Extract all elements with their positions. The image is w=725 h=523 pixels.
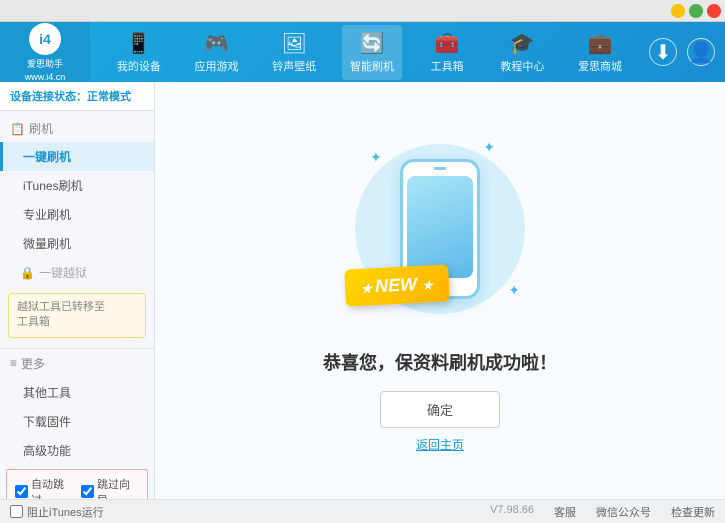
nav-smart-flash-label: 智能刷机 <box>350 58 394 74</box>
flash-section-title: 📋 刷机 <box>0 115 154 142</box>
star-icon-2: ✦ <box>483 139 495 156</box>
more-section-title: ≡ 更多 <box>0 348 154 378</box>
phone-camera <box>434 167 446 170</box>
sidebar-item-advanced[interactable]: 高级功能 <box>0 436 154 465</box>
footer: 阻止iTunes运行 V7.98.66 客服 微信公众号 检查更新 <box>0 499 725 523</box>
star-icon-1: ✦ <box>370 149 382 166</box>
wechat-link[interactable]: 微信公众号 <box>596 504 651 520</box>
checkbox-row: 自动跳过 跳过向导 <box>6 469 148 499</box>
nav-toolbox-label: 工具箱 <box>431 58 464 74</box>
service-link[interactable]: 客服 <box>554 504 576 520</box>
logo-icon: i4 <box>29 23 61 55</box>
smart-flash-icon: 🔄 <box>360 31 385 56</box>
flash-section-icon: 📋 <box>10 122 25 136</box>
apps-icon: 🎮 <box>204 31 229 56</box>
nav-toolbox[interactable]: 🧰 工具箱 <box>420 25 475 80</box>
user-button[interactable]: 👤 <box>687 38 715 66</box>
download-button[interactable]: ⬇ <box>649 38 677 66</box>
flash-section: 📋 刷机 一键刷机 iTunes刷机 专业刷机 微量刷机 <box>0 115 154 258</box>
main-container: 设备连接状态：正常模式 📋 刷机 一键刷机 iTunes刷机 专业刷机 微量刷机… <box>0 82 725 499</box>
status-value: 正常模式 <box>87 91 131 103</box>
nav-smart-flash[interactable]: 🔄 智能刷机 <box>342 25 402 80</box>
tutorials-icon: 🎓 <box>510 31 535 56</box>
status-label: 设备连接状态： <box>10 91 87 103</box>
version-text: V7.98.66 <box>490 504 534 520</box>
lock-icon: 🔒 <box>20 266 35 280</box>
home-link[interactable]: 返回主页 <box>416 436 464 453</box>
logo-area: i4 爱思助手 www.i4.cn <box>0 22 90 82</box>
sidebar-item-downgrade-flash[interactable]: 微量刷机 <box>0 229 154 258</box>
skip-guide-label[interactable]: 跳过向导 <box>81 476 139 499</box>
sidebar-notice: 越狱工具已转移至工具箱 <box>8 293 146 338</box>
new-badge: NEW <box>344 264 450 306</box>
nav-my-device[interactable]: 📱 我的设备 <box>109 25 169 80</box>
close-button[interactable] <box>707 4 721 18</box>
titlebar <box>0 0 725 22</box>
nav-apps[interactable]: 🎮 应用游戏 <box>187 25 247 80</box>
nav-items: 📱 我的设备 🎮 应用游戏 🖼 铃声壁纸 🔄 智能刷机 🧰 工具箱 🎓 教程中心… <box>90 25 649 80</box>
nav-shop[interactable]: 💼 爱思商城 <box>570 25 630 80</box>
nav-tutorials[interactable]: 🎓 教程中心 <box>492 25 552 80</box>
device-status-bar: 设备连接状态：正常模式 <box>0 82 154 111</box>
sidebar-item-one-click-flash[interactable]: 一键刷机 <box>0 142 154 171</box>
update-link[interactable]: 检查更新 <box>671 504 715 520</box>
sidebar-item-other-tools[interactable]: 其他工具 <box>0 378 154 407</box>
footer-left: 阻止iTunes运行 <box>10 504 104 520</box>
confirm-button[interactable]: 确定 <box>380 391 500 428</box>
logo-website: www.i4.cn <box>25 72 66 82</box>
skip-guide-checkbox[interactable] <box>81 485 94 498</box>
star-icon-3: ✦ <box>508 282 520 299</box>
minimize-button[interactable] <box>671 4 685 18</box>
success-illustration: ✦ ✦ ✦ NEW <box>340 129 540 329</box>
auto-jump-label[interactable]: 自动跳过 <box>15 476 73 499</box>
sidebar-item-jailbreak-disabled: 🔒 一键越狱 <box>0 258 154 287</box>
nav-wallpaper-label: 铃声壁纸 <box>272 58 316 74</box>
header: i4 爱思助手 www.i4.cn 📱 我的设备 🎮 应用游戏 🖼 铃声壁纸 🔄… <box>0 22 725 82</box>
nav-tutorials-label: 教程中心 <box>500 58 544 74</box>
my-device-icon: 📱 <box>126 31 151 56</box>
nav-shop-label: 爱思商城 <box>578 58 622 74</box>
more-icon: ≡ <box>10 356 17 370</box>
sidebar: 设备连接状态：正常模式 📋 刷机 一键刷机 iTunes刷机 专业刷机 微量刷机… <box>0 82 155 499</box>
maximize-button[interactable] <box>689 4 703 18</box>
nav-my-device-label: 我的设备 <box>117 58 161 74</box>
content-area: ✦ ✦ ✦ NEW 恭喜您，保资料刷机成功啦！ 确定 返回主页 <box>155 82 725 499</box>
auto-jump-checkbox[interactable] <box>15 485 28 498</box>
toolbox-icon: 🧰 <box>435 31 460 56</box>
nav-wallpaper[interactable]: 🖼 铃声壁纸 <box>264 25 324 80</box>
block-itunes-label: 阻止iTunes运行 <box>27 504 104 520</box>
logo-tagline: 爱思助手 <box>27 57 63 70</box>
nav-right-icons: ⬇ 👤 <box>649 38 725 66</box>
shop-icon: 💼 <box>588 31 613 56</box>
footer-right: V7.98.66 客服 微信公众号 检查更新 <box>490 504 715 520</box>
wallpaper-icon: 🖼 <box>282 31 307 56</box>
congrats-text: 恭喜您，保资料刷机成功啦！ <box>323 349 557 375</box>
block-itunes-checkbox[interactable] <box>10 505 23 518</box>
sidebar-item-download-firmware[interactable]: 下载固件 <box>0 407 154 436</box>
sidebar-item-pro-flash[interactable]: 专业刷机 <box>0 200 154 229</box>
phone-screen <box>407 176 473 278</box>
nav-apps-label: 应用游戏 <box>195 58 239 74</box>
sidebar-item-itunes-flash[interactable]: iTunes刷机 <box>0 171 154 200</box>
